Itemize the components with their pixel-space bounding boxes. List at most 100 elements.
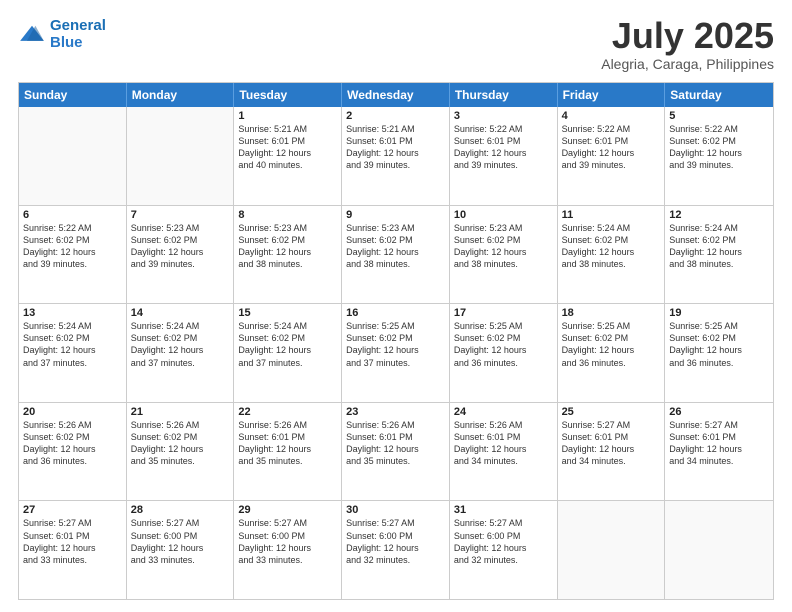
day-info: Sunrise: 5:25 AM Sunset: 6:02 PM Dayligh… [562,320,661,369]
day-info: Sunrise: 5:23 AM Sunset: 6:02 PM Dayligh… [131,222,230,271]
day-number: 14 [131,307,230,319]
calendar-week-5: 27Sunrise: 5:27 AM Sunset: 6:01 PM Dayli… [19,500,773,599]
day-number: 24 [454,406,553,418]
calendar-body: 1Sunrise: 5:21 AM Sunset: 6:01 PM Daylig… [19,107,773,599]
day-info: Sunrise: 5:22 AM Sunset: 6:02 PM Dayligh… [23,222,122,271]
calendar-day-6: 6Sunrise: 5:22 AM Sunset: 6:02 PM Daylig… [19,206,127,304]
day-info: Sunrise: 5:27 AM Sunset: 6:01 PM Dayligh… [562,419,661,468]
day-info: Sunrise: 5:24 AM Sunset: 6:02 PM Dayligh… [669,222,769,271]
calendar-day-16: 16Sunrise: 5:25 AM Sunset: 6:02 PM Dayli… [342,304,450,402]
calendar-day-3: 3Sunrise: 5:22 AM Sunset: 6:01 PM Daylig… [450,107,558,205]
day-number: 27 [23,504,122,516]
day-number: 31 [454,504,553,516]
day-info: Sunrise: 5:23 AM Sunset: 6:02 PM Dayligh… [238,222,337,271]
day-number: 16 [346,307,445,319]
day-info: Sunrise: 5:23 AM Sunset: 6:02 PM Dayligh… [454,222,553,271]
logo-icon [18,24,46,46]
calendar-day-18: 18Sunrise: 5:25 AM Sunset: 6:02 PM Dayli… [558,304,666,402]
header-day-monday: Monday [127,83,235,107]
day-number: 11 [562,209,661,221]
calendar-day-26: 26Sunrise: 5:27 AM Sunset: 6:01 PM Dayli… [665,403,773,501]
logo-text: General Blue [50,18,106,51]
day-number: 9 [346,209,445,221]
calendar: SundayMondayTuesdayWednesdayThursdayFrid… [18,82,774,600]
day-number: 29 [238,504,337,516]
day-info: Sunrise: 5:24 AM Sunset: 6:02 PM Dayligh… [562,222,661,271]
day-info: Sunrise: 5:27 AM Sunset: 6:00 PM Dayligh… [346,517,445,566]
calendar-empty-cell [558,501,666,599]
day-number: 3 [454,110,553,122]
day-number: 5 [669,110,769,122]
day-number: 15 [238,307,337,319]
title-area: July 2025 Alegria, Caraga, Philippines [601,18,774,72]
day-number: 1 [238,110,337,122]
day-number: 23 [346,406,445,418]
calendar-day-17: 17Sunrise: 5:25 AM Sunset: 6:02 PM Dayli… [450,304,558,402]
calendar-empty-cell [127,107,235,205]
day-number: 30 [346,504,445,516]
day-number: 21 [131,406,230,418]
day-number: 19 [669,307,769,319]
calendar-day-13: 13Sunrise: 5:24 AM Sunset: 6:02 PM Dayli… [19,304,127,402]
day-number: 7 [131,209,230,221]
header-day-thursday: Thursday [450,83,558,107]
calendar-day-11: 11Sunrise: 5:24 AM Sunset: 6:02 PM Dayli… [558,206,666,304]
day-info: Sunrise: 5:26 AM Sunset: 6:02 PM Dayligh… [131,419,230,468]
day-number: 4 [562,110,661,122]
calendar-week-1: 1Sunrise: 5:21 AM Sunset: 6:01 PM Daylig… [19,107,773,205]
header-day-sunday: Sunday [19,83,127,107]
calendar-day-25: 25Sunrise: 5:27 AM Sunset: 6:01 PM Dayli… [558,403,666,501]
day-info: Sunrise: 5:26 AM Sunset: 6:01 PM Dayligh… [346,419,445,468]
day-info: Sunrise: 5:22 AM Sunset: 6:01 PM Dayligh… [562,123,661,172]
day-info: Sunrise: 5:24 AM Sunset: 6:02 PM Dayligh… [238,320,337,369]
calendar-empty-cell [19,107,127,205]
day-number: 25 [562,406,661,418]
day-number: 22 [238,406,337,418]
page: General Blue July 2025 Alegria, Caraga, … [0,0,792,612]
calendar-header: SundayMondayTuesdayWednesdayThursdayFrid… [19,83,773,107]
day-info: Sunrise: 5:27 AM Sunset: 6:00 PM Dayligh… [131,517,230,566]
calendar-day-4: 4Sunrise: 5:22 AM Sunset: 6:01 PM Daylig… [558,107,666,205]
day-number: 28 [131,504,230,516]
day-number: 10 [454,209,553,221]
calendar-day-31: 31Sunrise: 5:27 AM Sunset: 6:00 PM Dayli… [450,501,558,599]
day-info: Sunrise: 5:21 AM Sunset: 6:01 PM Dayligh… [238,123,337,172]
calendar-day-10: 10Sunrise: 5:23 AM Sunset: 6:02 PM Dayli… [450,206,558,304]
day-number: 6 [23,209,122,221]
calendar-day-5: 5Sunrise: 5:22 AM Sunset: 6:02 PM Daylig… [665,107,773,205]
day-number: 18 [562,307,661,319]
day-info: Sunrise: 5:27 AM Sunset: 6:00 PM Dayligh… [454,517,553,566]
day-number: 17 [454,307,553,319]
calendar-day-1: 1Sunrise: 5:21 AM Sunset: 6:01 PM Daylig… [234,107,342,205]
day-number: 26 [669,406,769,418]
header-day-saturday: Saturday [665,83,773,107]
day-info: Sunrise: 5:26 AM Sunset: 6:01 PM Dayligh… [454,419,553,468]
calendar-empty-cell [665,501,773,599]
day-number: 13 [23,307,122,319]
month-title: July 2025 [601,18,774,54]
calendar-day-24: 24Sunrise: 5:26 AM Sunset: 6:01 PM Dayli… [450,403,558,501]
calendar-day-29: 29Sunrise: 5:27 AM Sunset: 6:00 PM Dayli… [234,501,342,599]
calendar-day-14: 14Sunrise: 5:24 AM Sunset: 6:02 PM Dayli… [127,304,235,402]
day-info: Sunrise: 5:25 AM Sunset: 6:02 PM Dayligh… [454,320,553,369]
calendar-day-20: 20Sunrise: 5:26 AM Sunset: 6:02 PM Dayli… [19,403,127,501]
day-info: Sunrise: 5:27 AM Sunset: 6:01 PM Dayligh… [23,517,122,566]
header-day-friday: Friday [558,83,666,107]
day-number: 12 [669,209,769,221]
calendar-day-9: 9Sunrise: 5:23 AM Sunset: 6:02 PM Daylig… [342,206,450,304]
calendar-day-21: 21Sunrise: 5:26 AM Sunset: 6:02 PM Dayli… [127,403,235,501]
header-day-wednesday: Wednesday [342,83,450,107]
day-number: 2 [346,110,445,122]
calendar-day-7: 7Sunrise: 5:23 AM Sunset: 6:02 PM Daylig… [127,206,235,304]
day-info: Sunrise: 5:21 AM Sunset: 6:01 PM Dayligh… [346,123,445,172]
header-day-tuesday: Tuesday [234,83,342,107]
header: General Blue July 2025 Alegria, Caraga, … [18,18,774,72]
logo: General Blue [18,18,106,51]
day-info: Sunrise: 5:24 AM Sunset: 6:02 PM Dayligh… [23,320,122,369]
calendar-week-4: 20 Sunrise: 5:26 AM Sunset: 6:02 PM Dayli… [19,402,773,501]
calendar-week-2: 6Sunrise: 5:22 AM Sunset: 6:02 PM Daylig… [19,205,773,304]
calendar-day-30: 30Sunrise: 5:27 AM Sunset: 6:00 PM Dayli… [342,501,450,599]
day-number: 20 [23,406,122,418]
day-info: Sunrise: 5:25 AM Sunset: 6:02 PM Dayligh… [669,320,769,369]
day-info: Sunrise: 5:22 AM Sunset: 6:01 PM Dayligh… [454,123,553,172]
